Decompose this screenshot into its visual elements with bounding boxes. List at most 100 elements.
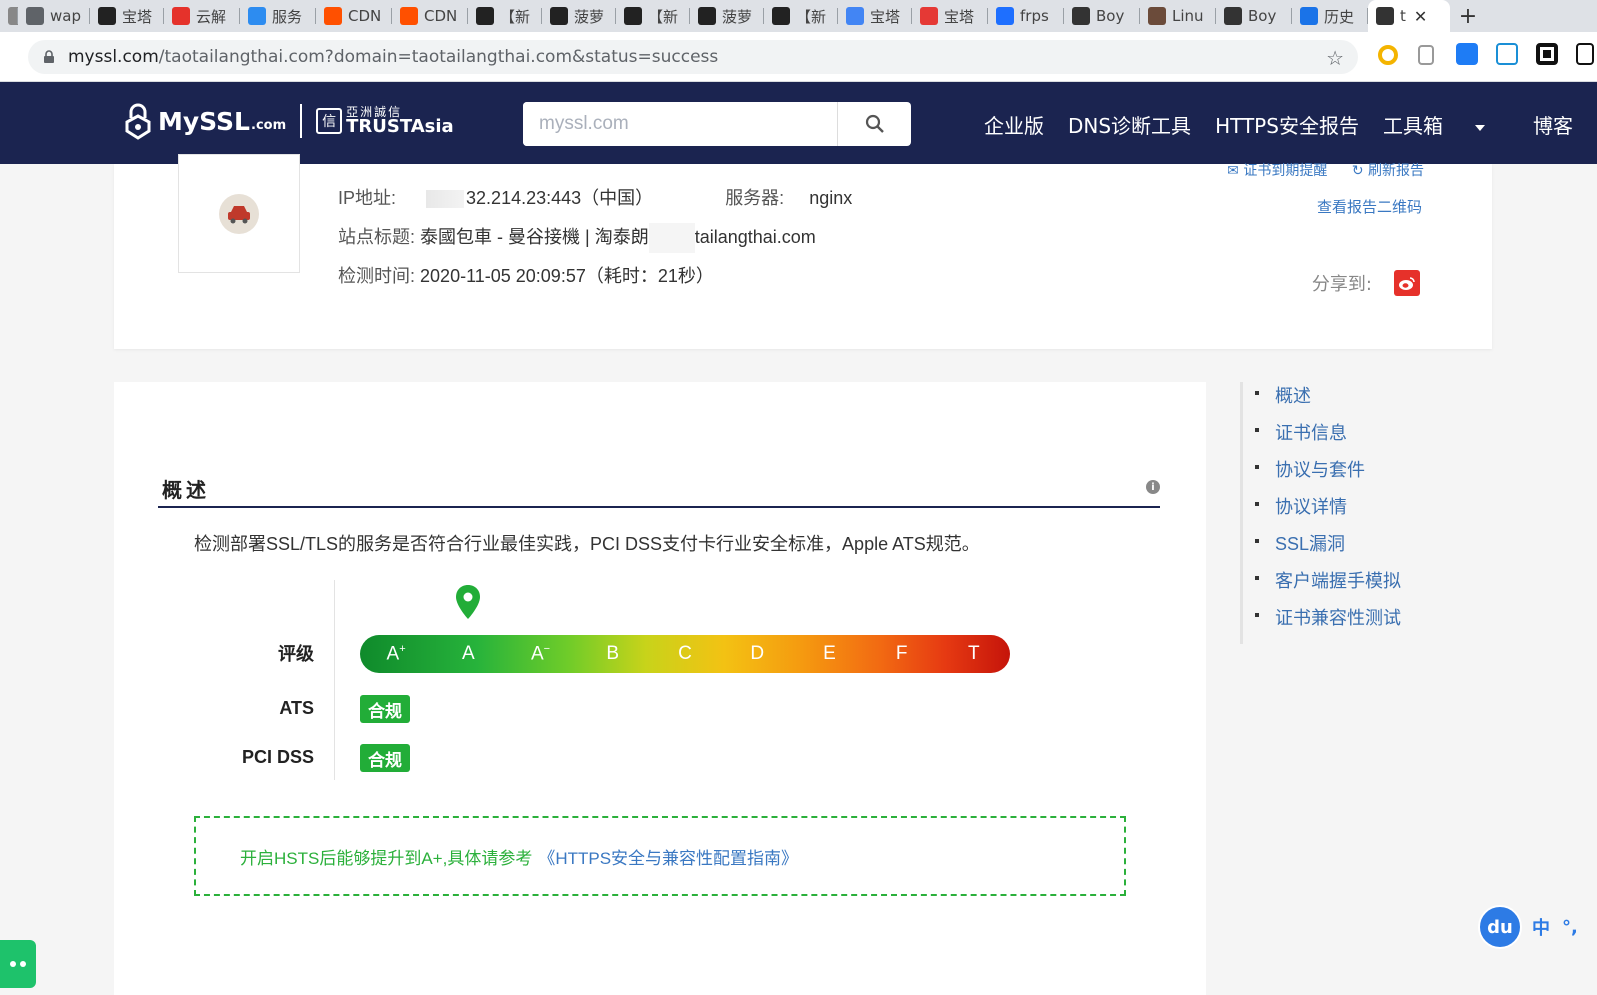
red-app-icon xyxy=(920,7,938,25)
cert-expiry-remind-link[interactable]: ✉ 证书到期提醒 xyxy=(1227,160,1327,180)
tab-label: CDN xyxy=(348,7,382,25)
redacted-block xyxy=(426,190,465,209)
nav-https-report[interactable]: HTTPS安全报告 xyxy=(1215,110,1359,139)
server-label: 服务器: xyxy=(725,188,785,208)
huawei-icon xyxy=(172,7,190,25)
grade-letter: C xyxy=(678,643,692,664)
car-icon xyxy=(219,193,259,234)
logo-suffix: .com xyxy=(251,117,287,133)
extension-blue-icon[interactable] xyxy=(1456,43,1478,65)
browser-tab[interactable]: 服务 xyxy=(240,0,316,32)
ip-label: IP地址: xyxy=(338,188,397,208)
https-guide-link[interactable]: 《HTTPS安全与兼容性配置指南》 xyxy=(538,844,798,869)
search-button[interactable] xyxy=(837,102,911,146)
browser-tab[interactable]: Boy xyxy=(1216,0,1292,32)
site-logo[interactable]: MySSL .com 信 亞洲誠信 TRUSTAsia xyxy=(124,102,454,140)
title-value: 泰國包車 - 曼谷接機 | 淘泰朗 xyxy=(420,227,649,247)
toc-item[interactable]: 协议与套件 xyxy=(1255,456,1365,482)
new-tab-button[interactable]: + xyxy=(1450,0,1486,32)
report-qr-link[interactable]: 查看报告二维码 xyxy=(1317,196,1422,217)
bt-icon xyxy=(476,7,494,25)
lock-icon xyxy=(1376,7,1394,25)
browser-tab[interactable]: wap xyxy=(18,0,90,32)
bookmark-star-icon[interactable]: ☆ xyxy=(1326,46,1344,70)
toc-item[interactable]: 客户端握手模拟 xyxy=(1255,567,1401,593)
partial-icon xyxy=(8,7,18,25)
bt-icon xyxy=(698,7,716,25)
browser-tab[interactable]: 宝塔 xyxy=(838,0,912,32)
extension-ring-icon[interactable] xyxy=(1378,45,1398,65)
ime-toolbar: du 中 °, xyxy=(1478,905,1597,949)
overview-description: 检测部署SSL/TLS的服务是否符合行业最佳实践，PCI DSS支付卡行业安全标… xyxy=(194,534,980,554)
browser-tab[interactable]: Boy xyxy=(1064,0,1140,32)
myssl-lock-logo-icon xyxy=(125,103,151,140)
browser-tab[interactable]: 菠萝 xyxy=(690,0,764,32)
site-favicon-box xyxy=(178,154,300,273)
toc-item[interactable]: 协议详情 xyxy=(1255,493,1347,519)
browser-tab[interactable]: CDN xyxy=(316,0,392,32)
grade-letter: D xyxy=(750,643,765,664)
info-icon[interactable]: i xyxy=(1146,480,1160,494)
browser-tab[interactable]: 历史 xyxy=(1292,0,1368,32)
tab-label: Boy xyxy=(1096,7,1125,25)
browser-tab[interactable]: Linu xyxy=(1140,0,1216,32)
grade-letter: A xyxy=(386,643,400,665)
title-row: 站点标题: 泰國包車 - 曼谷接機 | 淘泰朗 tailangthai.com xyxy=(338,223,816,254)
url-text: myssl.com/taotailangthai.com?domain=taot… xyxy=(68,47,719,67)
grade-step: A+ xyxy=(360,643,432,665)
browser-tab[interactable]: frps xyxy=(988,0,1064,32)
close-tab-icon[interactable]: ✕ xyxy=(1414,7,1427,26)
nav-toolbox[interactable]: 工具箱 xyxy=(1383,110,1509,139)
browser-tab[interactable]: 宝塔 xyxy=(912,0,988,32)
weibo-share-button[interactable] xyxy=(1394,270,1420,296)
tab-label: 历史 xyxy=(1324,7,1355,26)
browser-tab[interactable]: CDN xyxy=(392,0,468,32)
trustasia-logo: 信 亞洲誠信 TRUSTAsia xyxy=(316,106,454,136)
toc-item[interactable]: 证书兼容性测试 xyxy=(1255,604,1401,630)
toc-item[interactable]: 概述 xyxy=(1255,382,1311,408)
browser-tab[interactable]: n xyxy=(0,0,18,32)
refresh-report-link[interactable]: ↻ 刷新报告 xyxy=(1352,163,1424,179)
tab-label: 菠萝 xyxy=(722,7,753,26)
search-input[interactable] xyxy=(523,102,837,146)
browser-tab[interactable]: 菠萝 xyxy=(542,0,616,32)
chevron-down-icon xyxy=(1474,124,1485,131)
nav-dns-tool[interactable]: DNS诊断工具 xyxy=(1068,110,1191,139)
browser-tab[interactable]: 【新 xyxy=(616,0,690,32)
grade-label: 评级 xyxy=(278,644,314,664)
time-value: 2020-11-05 20:09:57（耗时：21秒） xyxy=(420,266,714,286)
share-area: 分享到: xyxy=(1312,270,1420,296)
grade-step: E xyxy=(793,643,865,665)
browser-tab[interactable]: 【新 xyxy=(764,0,838,32)
browser-tab[interactable]: 宝塔 xyxy=(90,0,164,32)
nav-blog[interactable]: 博客 xyxy=(1533,110,1573,139)
nav-enterprise[interactable]: 企业版 xyxy=(984,110,1044,139)
ime-punct-toggle[interactable]: °, xyxy=(1562,917,1578,938)
tab-label: 云解 xyxy=(196,7,227,26)
search-icon xyxy=(865,114,884,133)
toc-item[interactable]: 证书信息 xyxy=(1255,419,1347,445)
browser-tab[interactable]: t ✕ xyxy=(1368,0,1450,32)
tab-label: 服务 xyxy=(272,7,303,26)
grade-letter: A xyxy=(461,643,475,664)
baidu-ime-icon[interactable]: du xyxy=(1478,905,1522,949)
nav-toolbox-label: 工具箱 xyxy=(1382,114,1443,138)
extension-window-icon[interactable] xyxy=(1576,43,1594,65)
grade-step: A− xyxy=(504,643,576,665)
extension-s-icon[interactable] xyxy=(1496,43,1518,65)
browser-tab[interactable]: 【新 xyxy=(468,0,542,32)
grade-letter: A xyxy=(530,643,544,665)
toc-item[interactable]: SSL漏洞 xyxy=(1254,530,1345,556)
tab-label: 菠萝 xyxy=(574,7,605,26)
extension-copy-icon[interactable] xyxy=(1418,45,1434,65)
extension-square-icon[interactable] xyxy=(1536,43,1558,65)
ime-lang-toggle[interactable]: 中 xyxy=(1532,914,1550,940)
grade-step: F xyxy=(866,643,938,665)
trustasia-mark-icon: 信 xyxy=(316,108,343,134)
redacted-block xyxy=(648,223,695,254)
bt-icon xyxy=(624,7,642,25)
browser-tab[interactable]: 云解 xyxy=(164,0,240,32)
address-bar[interactable]: myssl.com/taotailangthai.com?domain=taot… xyxy=(28,40,1358,74)
chat-button[interactable] xyxy=(0,940,36,988)
overview-title: 概述 xyxy=(162,478,210,502)
